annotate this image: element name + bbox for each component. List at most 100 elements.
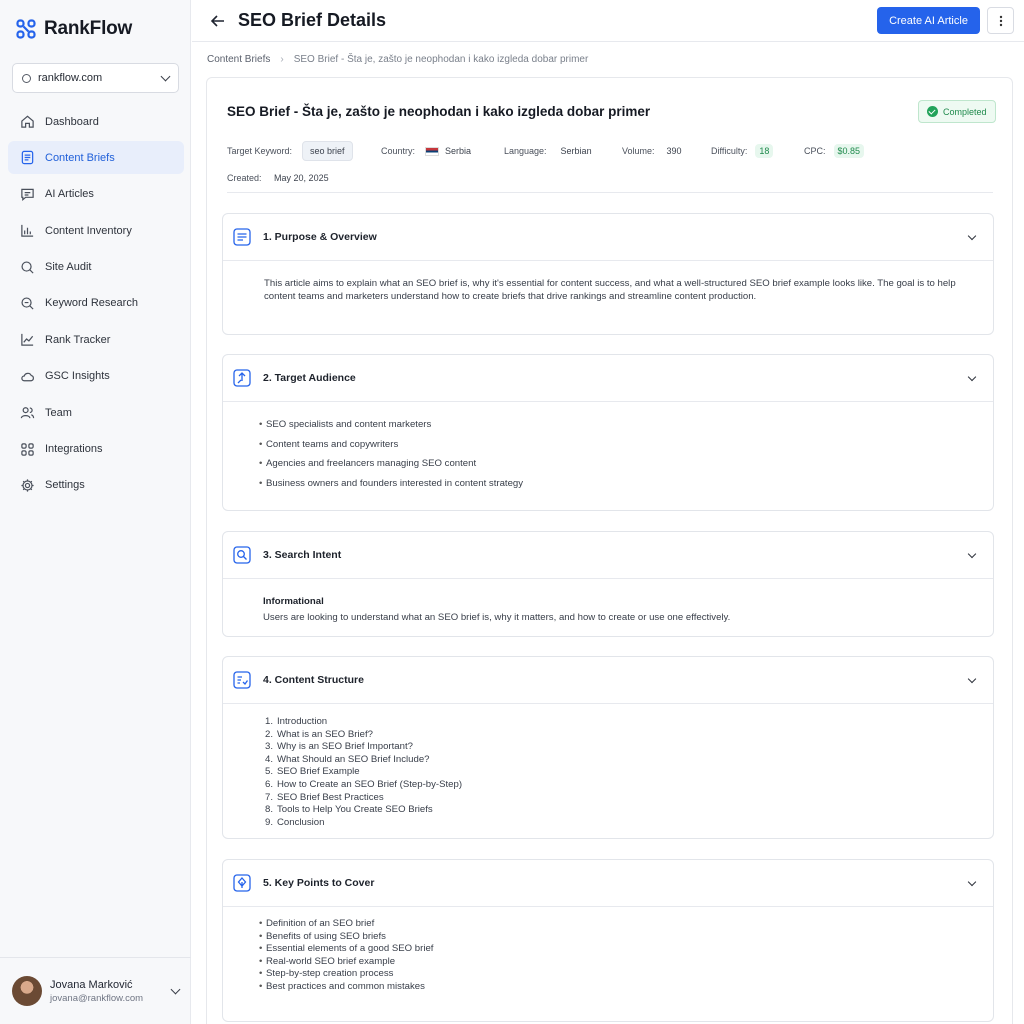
sidebar-item-label: Content Inventory [45, 224, 132, 237]
sidebar-item-content-briefs[interactable]: Content Briefs [8, 141, 184, 175]
list-item: 8. Tools to Help You Create SEO Briefs [265, 804, 433, 816]
sidebar-item-ai-articles[interactable]: AI Articles [8, 178, 184, 211]
gear-icon [21, 479, 34, 492]
sidebar-item-label: Content Briefs [45, 151, 115, 164]
sidebar-item-label: Keyword Research [45, 297, 138, 310]
list-item: Essential elements of a good SEO brief [259, 943, 993, 956]
chevron-down-icon[interactable] [967, 674, 977, 684]
sidebar-item-site-audit[interactable]: Site Audit [8, 251, 184, 284]
brief-card: SEO Brief - Šta je, zašto je neophodan i… [206, 77, 1013, 1024]
meta-country-value: Serbia [445, 145, 472, 156]
chevron-down-icon[interactable] [967, 877, 977, 887]
keyword-chip: seo brief [302, 141, 353, 161]
section-title: 1. Purpose & Overview [263, 231, 377, 243]
list-item-text: What is an SEO Brief? [277, 728, 373, 740]
check-circle-icon [927, 106, 938, 117]
brand-name: RankFlow [44, 18, 133, 39]
list-item-text: Why is an SEO Brief Important? [277, 741, 413, 753]
sidebar-item-rank-tracker[interactable]: Rank Tracker [8, 323, 184, 356]
user-info: Jovana Marković jovana@rankflow.com [50, 979, 164, 1004]
difficulty-chip: 18 [755, 144, 774, 158]
create-ai-article-button[interactable]: Create AI Article [877, 7, 980, 34]
section-header[interactable]: 5. Key Points to Cover [223, 860, 993, 907]
sidebar-item-integrations[interactable]: Integrations [8, 433, 184, 466]
more-options-button[interactable] [987, 7, 1014, 34]
list-item-text: Conclusion [277, 816, 325, 828]
section-purpose: 1. Purpose & Overview This article aims … [222, 213, 994, 335]
list-item: 2. What is an SEO Brief? [265, 728, 373, 740]
user-menu[interactable]: Jovana Marković jovana@rankflow.com [0, 957, 191, 1024]
chevron-down-icon [160, 71, 171, 81]
section-body: Informational Users are looking to under… [223, 579, 993, 624]
search-intent-icon [233, 546, 251, 564]
meta-keyword: Target Keyword: seo brief [227, 141, 353, 161]
section-audience: 2. Target Audience SEO specialists and c… [222, 354, 994, 511]
sidebar-item-label: GSC Insights [45, 370, 110, 383]
document-icon [21, 151, 34, 165]
intent-text: Users are looking to understand what an … [263, 612, 731, 623]
site-selector[interactable]: rankflow.com [12, 63, 179, 93]
list-item-text: SEO Brief Best Practices [277, 791, 384, 803]
list-item: Benefits of using SEO briefs [259, 931, 993, 944]
meta-label: Country: [381, 146, 416, 156]
section-header[interactable]: 3. Search Intent [223, 532, 993, 579]
cloud-icon [21, 372, 34, 382]
section-header[interactable]: 4. Content Structure [223, 657, 993, 704]
meta-difficulty: Difficulty: 18 [711, 141, 774, 161]
key-points-list: Definition of an SEO brief Benefits of u… [259, 918, 993, 994]
trend-icon [21, 334, 34, 347]
sidebar-item-team[interactable]: Team [8, 396, 184, 429]
sidebar-item-label: Dashboard [45, 115, 99, 128]
meta-country-value-wrap: Serbia [425, 145, 472, 157]
grid-icon [21, 442, 34, 456]
section-body: Definition of an SEO brief Benefits of u… [223, 907, 993, 994]
list-item: Real-world SEO brief example [259, 956, 993, 969]
chat-icon [21, 188, 34, 201]
list-item-text: SEO Brief Example [277, 766, 360, 778]
sidebar-item-content-inventory[interactable]: Content Inventory [8, 214, 184, 247]
sidebar-item-gsc-insights[interactable]: GSC Insights [8, 360, 184, 393]
chevron-down-icon[interactable] [967, 549, 977, 559]
meta-created-value: May 20, 2025 [274, 173, 329, 183]
cpc-chip: $0.85 [833, 144, 865, 158]
list-item: 6. How to Create an SEO Brief (Step-by-St… [265, 778, 463, 790]
meta-label: Created: [227, 173, 262, 183]
users-icon [20, 407, 35, 419]
section-content-structure: 4. Content Structure 1. Introduction 2. Wh… [222, 656, 994, 839]
page-header: SEO Brief Details Create AI Article [192, 0, 1024, 42]
breadcrumb-parent[interactable]: Content Briefs [207, 54, 270, 65]
home-icon [21, 115, 34, 128]
chevron-down-icon [170, 984, 181, 994]
sidebar-item-settings[interactable]: Settings [8, 469, 184, 502]
chevron-down-icon[interactable] [967, 231, 977, 241]
section-body: 1. Introduction 2. What is an SEO Brief? 3… [223, 704, 993, 829]
site-selector-value: rankflow.com [38, 72, 103, 84]
meta-language: Language: Serbian [504, 141, 592, 161]
section-header[interactable]: 2. Target Audience [223, 355, 993, 402]
breadcrumb: Content Briefs › SEO Brief - Šta je, zaš… [207, 54, 588, 65]
list-item: SEO specialists and content marketers [259, 418, 993, 431]
section-header[interactable]: 1. Purpose & Overview [223, 214, 993, 261]
serbia-flag-icon [425, 147, 440, 157]
structure-icon [233, 671, 251, 689]
meta-label: Language: [504, 146, 547, 156]
back-arrow-icon[interactable] [209, 12, 227, 30]
sidebar-item-keyword-research[interactable]: Keyword Research [8, 287, 184, 320]
list-item: Content teams and copywriters [259, 438, 993, 451]
chevron-down-icon[interactable] [967, 372, 977, 382]
meta-label: Volume: [622, 146, 655, 156]
status-badge-label: Completed [943, 106, 987, 117]
list-item: 4. What Should an SEO Brief Include? [265, 753, 430, 765]
structure-list: 1. Introduction 2. What is an SEO Brief? 3… [265, 716, 993, 829]
chevron-right-icon: › [280, 54, 284, 65]
rankflow-logo-icon [16, 19, 36, 39]
key-points-icon [233, 874, 251, 892]
meta-created: Created: May 20, 2025 [227, 173, 329, 183]
meta-country: Country: Serbia [381, 141, 471, 161]
globe-icon [22, 73, 31, 83]
brand[interactable]: RankFlow [16, 18, 132, 40]
brief-title: SEO Brief - Šta je, zašto je neophodan i… [227, 104, 651, 119]
meta-label: Target Keyword: [227, 146, 293, 156]
list-item: 3. Why is an SEO Brief Important? [265, 741, 413, 753]
sidebar-item-dashboard[interactable]: Dashboard [8, 105, 184, 138]
